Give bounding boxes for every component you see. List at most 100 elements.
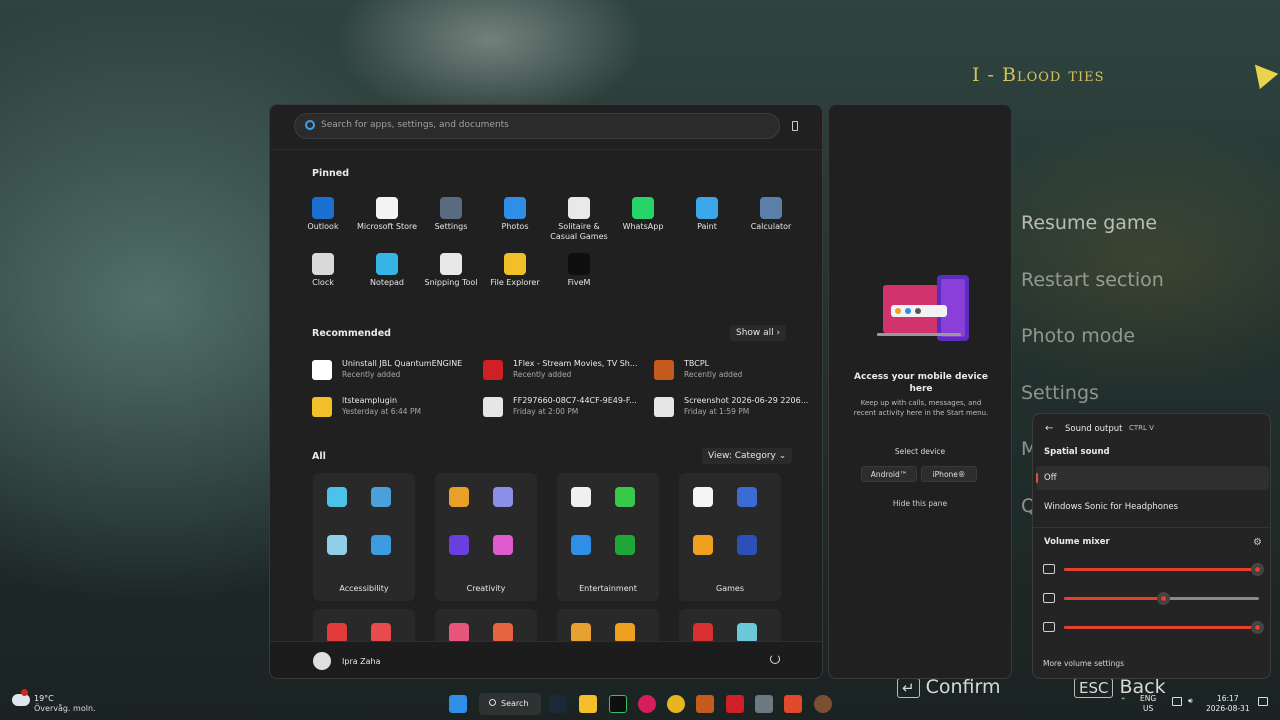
more-volume-settings-link[interactable]: More volume settings — [1043, 659, 1124, 668]
app-icon[interactable] — [571, 623, 591, 643]
iphone-button[interactable]: iPhone® — [921, 466, 977, 482]
brave-icon[interactable] — [784, 695, 802, 713]
menu-resume-game[interactable]: Resume game — [1021, 212, 1164, 269]
pinned-app[interactable]: Paint — [675, 197, 739, 232]
taskbar-search-button[interactable]: Search — [479, 693, 541, 715]
game-icon[interactable] — [1043, 593, 1055, 603]
pinned-app[interactable]: Snipping Tool — [419, 253, 483, 288]
view-category-dropdown[interactable]: View: Category ⌄ — [702, 448, 793, 464]
app-icon[interactable] — [371, 535, 391, 555]
windows-start-icon[interactable] — [449, 695, 467, 713]
language-indicator[interactable]: ENG US — [1140, 694, 1156, 714]
hide-pane-link[interactable]: Hide this pane — [829, 499, 1011, 508]
app-icon[interactable] — [615, 487, 635, 507]
app-icon[interactable] — [327, 487, 347, 507]
category-folder[interactable]: Entertainment — [557, 473, 659, 601]
volume-icon[interactable]: 🔊︎ — [1188, 696, 1193, 706]
recommended-item[interactable]: TBCPL Recently added — [654, 358, 819, 388]
chrome-icon[interactable] — [667, 695, 685, 713]
phone-link-icon[interactable] — [792, 121, 798, 131]
app-icon[interactable] — [693, 623, 713, 643]
steam-icon[interactable] — [549, 695, 567, 713]
user-name[interactable]: Ipra Zaha — [342, 657, 381, 666]
volume-slider-thumb[interactable] — [1251, 563, 1265, 576]
app-icon[interactable] — [737, 487, 757, 507]
monitor-icon[interactable] — [1043, 564, 1055, 574]
menu-restart-section[interactable]: Restart section — [1021, 269, 1164, 326]
recommended-item[interactable]: ltsteamplugin Yesterday at 6:44 PM — [312, 395, 477, 425]
app-icon[interactable] — [493, 487, 513, 507]
recommended-item[interactable]: Uninstall JBL QuantumENGINE Recently adde… — [312, 358, 477, 388]
category-folder[interactable]: Games — [679, 473, 781, 601]
game-app-icon[interactable] — [814, 695, 832, 713]
file-explorer-icon[interactable] — [579, 695, 597, 713]
start-search-input[interactable]: Search for apps, settings, and documents — [294, 113, 780, 139]
app-icon[interactable] — [371, 487, 391, 507]
start-footer: Ipra Zaha — [270, 641, 822, 678]
app-icon[interactable] — [327, 623, 347, 643]
pinned-app[interactable]: WhatsApp — [611, 197, 675, 232]
show-all-button[interactable]: Show all › — [730, 325, 787, 341]
app-icon[interactable] — [615, 623, 635, 643]
category-folder[interactable]: Accessibility — [313, 473, 415, 601]
volume-slider[interactable] — [1064, 621, 1265, 634]
pinned-app[interactable]: FiveM — [547, 253, 611, 288]
volume-slider[interactable] — [1064, 563, 1265, 576]
notification-icon[interactable] — [1258, 697, 1268, 706]
app-icon[interactable] — [571, 535, 591, 555]
pinned-app[interactable]: Photos — [483, 197, 547, 232]
app-icon[interactable] — [615, 535, 635, 555]
android-button[interactable]: Android™ — [861, 466, 917, 482]
app-icon[interactable] — [737, 623, 757, 643]
jbl-icon — [312, 360, 332, 380]
power-icon[interactable] — [770, 654, 780, 664]
weather-condition[interactable]: Övervåg. moln. — [34, 704, 96, 713]
back-arrow-icon[interactable]: ← — [1045, 423, 1053, 434]
app-icon[interactable] — [449, 623, 469, 643]
1flex-icon[interactable] — [726, 695, 744, 713]
spatial-off-option[interactable]: Off — [1036, 466, 1269, 490]
app-icon[interactable] — [327, 535, 347, 555]
app-icon[interactable] — [737, 535, 757, 555]
weather-icon[interactable] — [12, 689, 30, 706]
steam-icon[interactable] — [1043, 622, 1055, 632]
app-icon[interactable] — [693, 487, 713, 507]
clock[interactable]: 16:17 2026-08-31 — [1206, 694, 1250, 714]
app-icon[interactable] — [371, 623, 391, 643]
volume-slider-thumb[interactable] — [1157, 592, 1171, 605]
pinned-app-label: Photos — [501, 222, 529, 231]
volume-slider-thumb[interactable] — [1251, 621, 1265, 634]
pinned-app[interactable]: Outlook — [291, 197, 355, 232]
pinned-app[interactable]: Calculator — [739, 197, 803, 232]
pinned-app[interactable]: File Explorer — [483, 253, 547, 288]
app-icon[interactable] — [693, 535, 713, 555]
windows-sonic-option[interactable]: Windows Sonic for Headphones — [1036, 495, 1269, 519]
app-icon[interactable] — [755, 695, 773, 713]
chevron-up-icon[interactable]: ⌃ — [1120, 696, 1126, 706]
menu-photo-mode[interactable]: Photo mode — [1021, 325, 1164, 382]
pinned-app[interactable]: Clock — [291, 253, 355, 288]
pinned-app[interactable]: Notepad — [355, 253, 419, 288]
category-folder[interactable]: Creativity — [435, 473, 537, 601]
recommended-item[interactable]: Screenshot 2026-06-29 2206... Friday at 1… — [654, 395, 819, 425]
user-avatar[interactable] — [313, 652, 331, 670]
volume-mixer-heading: Volume mixer — [1044, 537, 1110, 547]
weather-temperature[interactable]: 19°C — [34, 694, 54, 703]
network-icon[interactable] — [1172, 697, 1182, 706]
clock-time: 16:17 — [1216, 694, 1239, 703]
recommended-item[interactable]: 1Flex - Stream Movies, TV Sh... Recently … — [483, 358, 648, 388]
pinned-app[interactable]: Microsoft Store — [355, 197, 419, 232]
gear-icon[interactable]: ⚙ — [1253, 537, 1262, 548]
media-app-icon[interactable] — [638, 695, 656, 713]
app-icon[interactable] — [493, 623, 513, 643]
app-icon[interactable] — [449, 487, 469, 507]
app-icon[interactable] — [449, 535, 469, 555]
volume-slider[interactable] — [1064, 592, 1259, 605]
tbcpl-icon[interactable] — [696, 695, 714, 713]
pinned-app[interactable]: Solitaire & Casual Games — [547, 197, 611, 242]
app-icon[interactable] — [493, 535, 513, 555]
pinned-app[interactable]: Settings — [419, 197, 483, 232]
recommended-item[interactable]: FF297660-08C7-44CF-9E49-F... Friday at 2:… — [483, 395, 648, 425]
app-icon[interactable] — [571, 487, 591, 507]
fivem-icon[interactable] — [609, 695, 627, 713]
